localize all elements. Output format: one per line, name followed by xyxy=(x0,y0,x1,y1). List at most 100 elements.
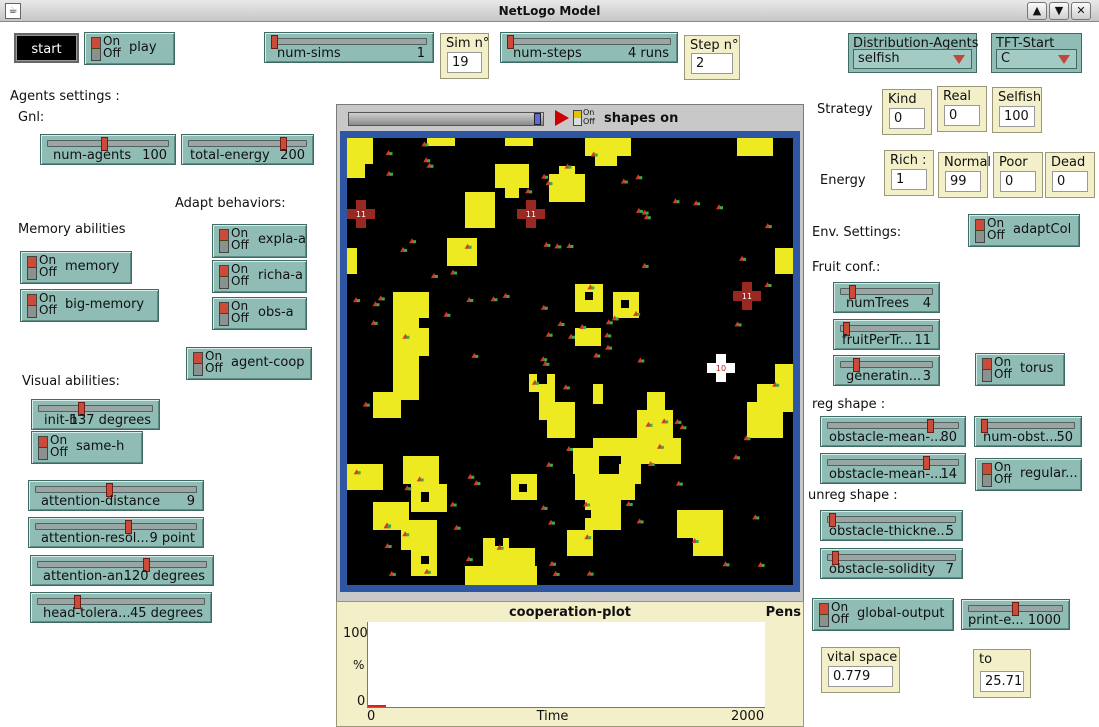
distribution-agents-chooser[interactable]: Distribution-Agents selfish xyxy=(848,33,979,73)
numtrees-slider[interactable]: numTrees 4 xyxy=(833,282,940,313)
world-view-panel: On Off shapes on 11 11 11 10 xyxy=(336,104,804,614)
obstacle-solidity-slider[interactable]: obstacle-solidity 7 xyxy=(820,548,963,579)
plot-pens-label[interactable]: Pens xyxy=(766,605,801,620)
vital-space-monitor: vital space 0.779 xyxy=(821,647,900,693)
attention-resolution-slider[interactable]: attention-resol... 9 point xyxy=(28,517,204,548)
attention-angle-slider[interactable]: attention-an... 120 degrees xyxy=(30,555,214,586)
monitor-value: 100 xyxy=(999,106,1035,127)
monitor-name: Normal xyxy=(944,155,992,170)
start-button[interactable]: start xyxy=(14,33,79,63)
fruit-conf-label: Fruit conf.: xyxy=(812,260,881,275)
regular-switch[interactable]: On Off regular... xyxy=(975,458,1082,491)
gnl-label: Gnl: xyxy=(18,110,45,125)
speed-slider[interactable] xyxy=(348,112,544,126)
restore-window-icon[interactable]: ▼ xyxy=(1049,2,1069,20)
fruit-tree-count: 11 xyxy=(526,210,536,219)
big-memory-switch[interactable]: On Off big-memory xyxy=(20,289,159,322)
agent-turtle xyxy=(641,262,649,268)
tft-start-chooser[interactable]: TFT-Start C xyxy=(991,33,1082,73)
normal-monitor: Normal 99 xyxy=(938,152,992,198)
fruit-per-tree-slider[interactable]: fruitPerTr... 11 xyxy=(833,319,940,350)
agent-turtle xyxy=(449,501,457,507)
obstacle-mean-shape-slider[interactable]: obstacle-mean-... 14 xyxy=(820,453,966,484)
global-output-switch[interactable]: On Off global-output xyxy=(812,598,954,631)
agent-turtle xyxy=(540,304,548,310)
num-agents-slider[interactable]: num-agents 100 xyxy=(40,134,176,165)
same-h-switch[interactable]: On Off same-h xyxy=(31,431,143,464)
slider-name: head-tolera... xyxy=(43,606,131,621)
slider-name: total-energy xyxy=(190,148,270,163)
slider-name: num-agents xyxy=(53,148,132,163)
obstacle-mean-size-slider[interactable]: obstacle-mean-... 80 xyxy=(820,416,966,447)
obs-a-switch[interactable]: On Off obs-a xyxy=(212,297,307,330)
shapes-on-label: shapes on xyxy=(604,111,679,126)
head-tolerance-slider[interactable]: head-tolera... 45 degrees xyxy=(30,592,212,623)
real-monitor: Real 0 xyxy=(937,86,987,132)
monitor-name: Step n° xyxy=(690,38,739,53)
memory-switch[interactable]: On Off memory xyxy=(20,251,132,284)
generating-slider[interactable]: generatin... 3 xyxy=(833,355,940,386)
close-window-icon[interactable]: ✕ xyxy=(1071,2,1091,20)
unreg-shape-label: unreg shape : xyxy=(808,488,898,503)
shapes-toggle[interactable] xyxy=(573,110,582,126)
switch-name: big-memory xyxy=(65,297,145,312)
init-h-slider[interactable]: init-h 137 degrees xyxy=(31,399,160,430)
agent-coop-switch[interactable]: On Off agent-coop xyxy=(186,347,312,380)
monitor-name: Selfish xyxy=(998,90,1042,105)
slider-value: 200 xyxy=(280,148,305,163)
total-energy-slider[interactable]: total-energy 200 xyxy=(181,134,314,165)
agents-settings-label: Agents settings : xyxy=(10,89,120,104)
num-sims-slider[interactable]: num-sims 1 xyxy=(264,32,434,63)
agent-turtle xyxy=(566,446,573,451)
agent-turtle xyxy=(545,461,553,467)
slider-name: num-sims xyxy=(277,46,341,61)
agent-turtle xyxy=(679,424,687,430)
print-every-slider[interactable]: print-e... 1000 xyxy=(961,599,1070,630)
agent-turtle xyxy=(554,243,562,249)
switch-off-label: Off xyxy=(231,238,249,252)
fruit-tree-marker[interactable]: 11 xyxy=(733,282,761,310)
fruit-tree-marker[interactable]: 11 xyxy=(347,200,375,228)
monitor-value: 0 xyxy=(1000,171,1036,192)
agent-turtle xyxy=(409,238,416,244)
agent-turtle xyxy=(562,384,570,390)
dropdown-arrow-icon xyxy=(1058,55,1070,64)
adaptcol-switch[interactable]: On Off adaptCol xyxy=(968,214,1080,247)
agent-turtle xyxy=(635,174,643,180)
agent-turtle xyxy=(637,357,645,363)
agent-turtle xyxy=(625,501,633,506)
richa-a-switch[interactable]: On Off richa-a xyxy=(212,260,307,293)
switch-name: global-output xyxy=(857,606,945,621)
monitor-value: 1 xyxy=(891,169,927,190)
chooser-select[interactable]: C xyxy=(996,49,1077,69)
maximize-window-icon[interactable]: ▲ xyxy=(1027,2,1047,20)
num-obstacles-slider[interactable]: num-obst... 50 xyxy=(974,416,1082,447)
attention-distance-slider[interactable]: attention-distance 9 xyxy=(28,480,204,511)
switch-off-label: Off xyxy=(39,265,57,279)
chooser-select[interactable]: selfish xyxy=(853,49,972,69)
world-canvas[interactable]: 11 11 11 10 xyxy=(347,138,793,585)
speed-slider-knob[interactable] xyxy=(534,113,541,125)
slider-value: 5 xyxy=(945,524,954,539)
agent-turtle xyxy=(764,282,772,287)
agent-turtle xyxy=(502,292,510,298)
num-steps-slider[interactable]: num-steps 4 runs xyxy=(500,32,678,63)
slider-value: 1 xyxy=(416,46,425,61)
slider-name: attention-an... xyxy=(43,569,136,584)
obstacle-thickness-slider[interactable]: obstacle-thickne... 5 xyxy=(820,510,963,541)
shapes-on-text: On xyxy=(583,108,595,117)
agent-turtle xyxy=(543,241,551,247)
fruit-tree-marker[interactable]: 11 xyxy=(517,200,545,228)
expla-a-switch[interactable]: On Off expla-a xyxy=(212,224,307,258)
agent-turtle xyxy=(370,319,378,325)
torus-switch[interactable]: On Off torus xyxy=(975,353,1065,386)
agent-turtle xyxy=(693,200,701,206)
fruit-tree-count: 10 xyxy=(716,364,726,373)
agent-turtle xyxy=(545,331,553,337)
agent-turtle xyxy=(466,297,474,302)
play-switch[interactable]: On Off play xyxy=(84,32,175,65)
agent-turtle xyxy=(734,321,742,327)
agent-turtle xyxy=(739,255,746,261)
agent-turtle xyxy=(548,519,555,525)
fruit-tree-marker[interactable]: 10 xyxy=(707,354,735,382)
